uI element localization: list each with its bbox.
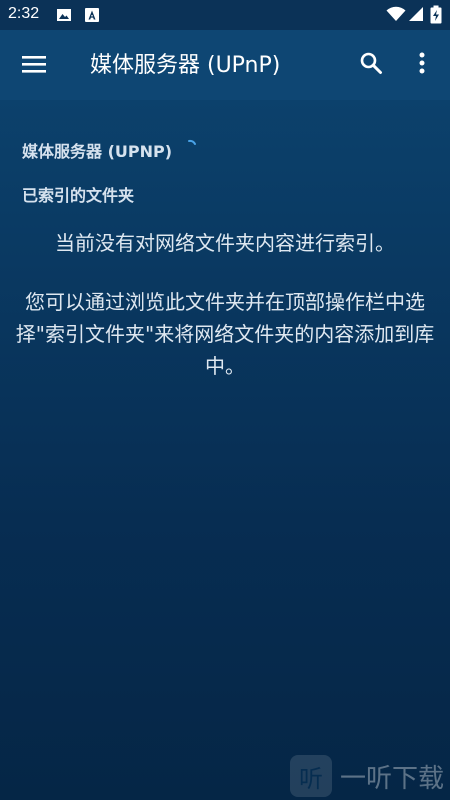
section-header-indexed-folders: 已索引的文件夹 xyxy=(22,186,135,205)
signal-icon xyxy=(408,6,424,26)
search-icon xyxy=(359,51,383,79)
hint-message: 您可以通过浏览此文件夹并在顶部操作栏中选择"索引文件夹"来将网络文件夹的内容添加… xyxy=(15,290,435,378)
more-options-button[interactable] xyxy=(408,48,436,82)
image-icon xyxy=(56,7,72,27)
menu-icon xyxy=(21,54,47,78)
watermark-logo: 听 一听下载 xyxy=(290,754,444,798)
empty-state-message: 当前没有对网络文件夹内容进行索引。 xyxy=(55,231,395,255)
page-title: 媒体服务器 (UPnP) xyxy=(90,53,281,78)
status-time: 2:32 xyxy=(8,5,40,22)
more-vert-icon xyxy=(418,51,426,79)
wifi-icon xyxy=(386,6,406,26)
menu-button[interactable] xyxy=(14,48,54,84)
watermark-badge: 听 xyxy=(290,755,332,797)
app-bar: 媒体服务器 (UPnP) xyxy=(0,30,450,100)
status-bar: 2:32 xyxy=(0,0,450,30)
loading-spinner-icon xyxy=(187,136,199,148)
section-header-media-server: 媒体服务器 (UPNP) xyxy=(22,142,173,161)
watermark-text: 一听下载 xyxy=(340,763,445,794)
accessibility-icon xyxy=(84,7,100,27)
search-button[interactable] xyxy=(354,48,388,82)
battery-icon xyxy=(430,5,442,28)
